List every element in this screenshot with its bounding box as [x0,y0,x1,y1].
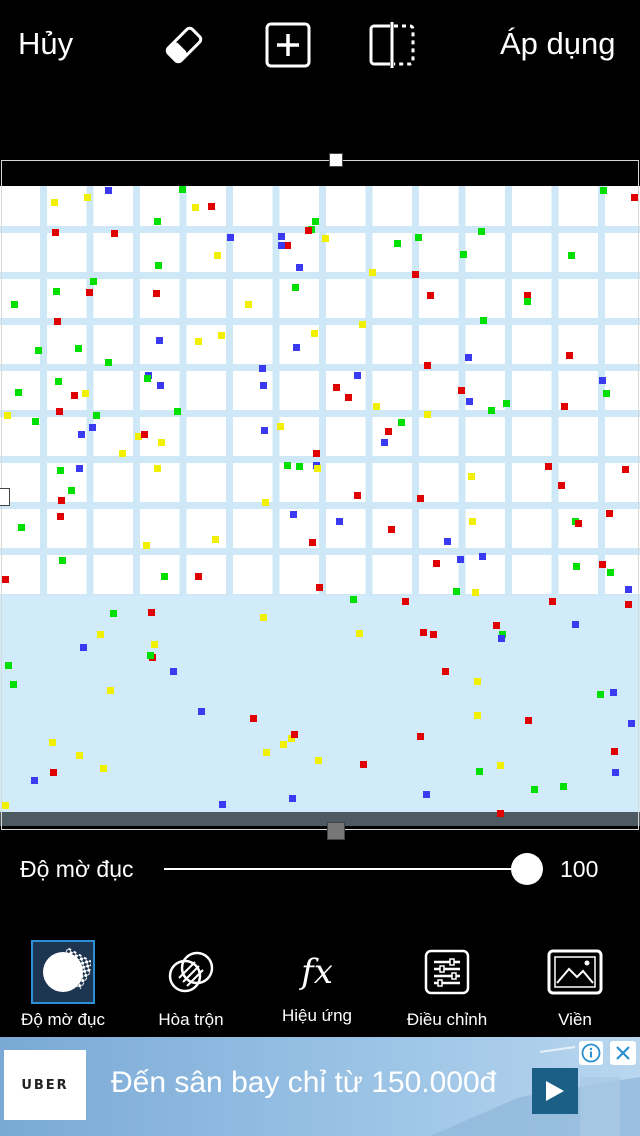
eraser-icon[interactable] [159,20,209,70]
opacity-label: Độ mờ đục [20,856,134,882]
tool-label: Hiệu ứng [282,1006,352,1025]
tool-adjust[interactable]: Điều chỉnh [392,940,502,1040]
opacity-slider-thumb[interactable] [511,853,543,885]
tool-label: Điều chỉnh [406,1010,488,1029]
apply-button[interactable]: Áp dụng [500,26,616,62]
border-image-icon [543,940,607,1004]
tool-blend[interactable]: Hòa trộn [136,940,246,1040]
add-icon[interactable] [263,20,313,70]
bottom-resize-handle[interactable] [327,822,345,840]
play-icon[interactable] [532,1068,578,1114]
ad-headline: Đến sân bay chỉ từ 150.000đ [111,1066,497,1099]
opacity-value: 100 [560,856,599,882]
left-resize-handle[interactable] [0,488,10,506]
uber-logo: UBER [4,1050,86,1120]
cancel-button[interactable]: Hủy [18,26,73,62]
opacity-slider-track[interactable] [164,868,528,870]
info-icon[interactable] [579,1041,603,1065]
flip-icon[interactable] [367,20,417,70]
close-icon[interactable] [610,1041,636,1065]
top-resize-handle[interactable] [329,153,343,167]
tool-effects[interactable]: fx Hiệu ứng [262,940,372,1040]
fx-icon: fx [301,952,333,992]
adjust-icon [415,940,479,1004]
tool-label: Hòa trộn [158,1010,224,1029]
tool-border[interactable]: Viền [520,940,630,1040]
tool-label: Viền [558,1010,592,1029]
tool-opacity[interactable]: Độ mờ đục [8,940,118,1040]
selection-frame [1,160,639,830]
blend-icon [159,940,223,1004]
opacity-icon [31,940,95,1004]
tool-label: Độ mờ đục [21,1010,105,1029]
